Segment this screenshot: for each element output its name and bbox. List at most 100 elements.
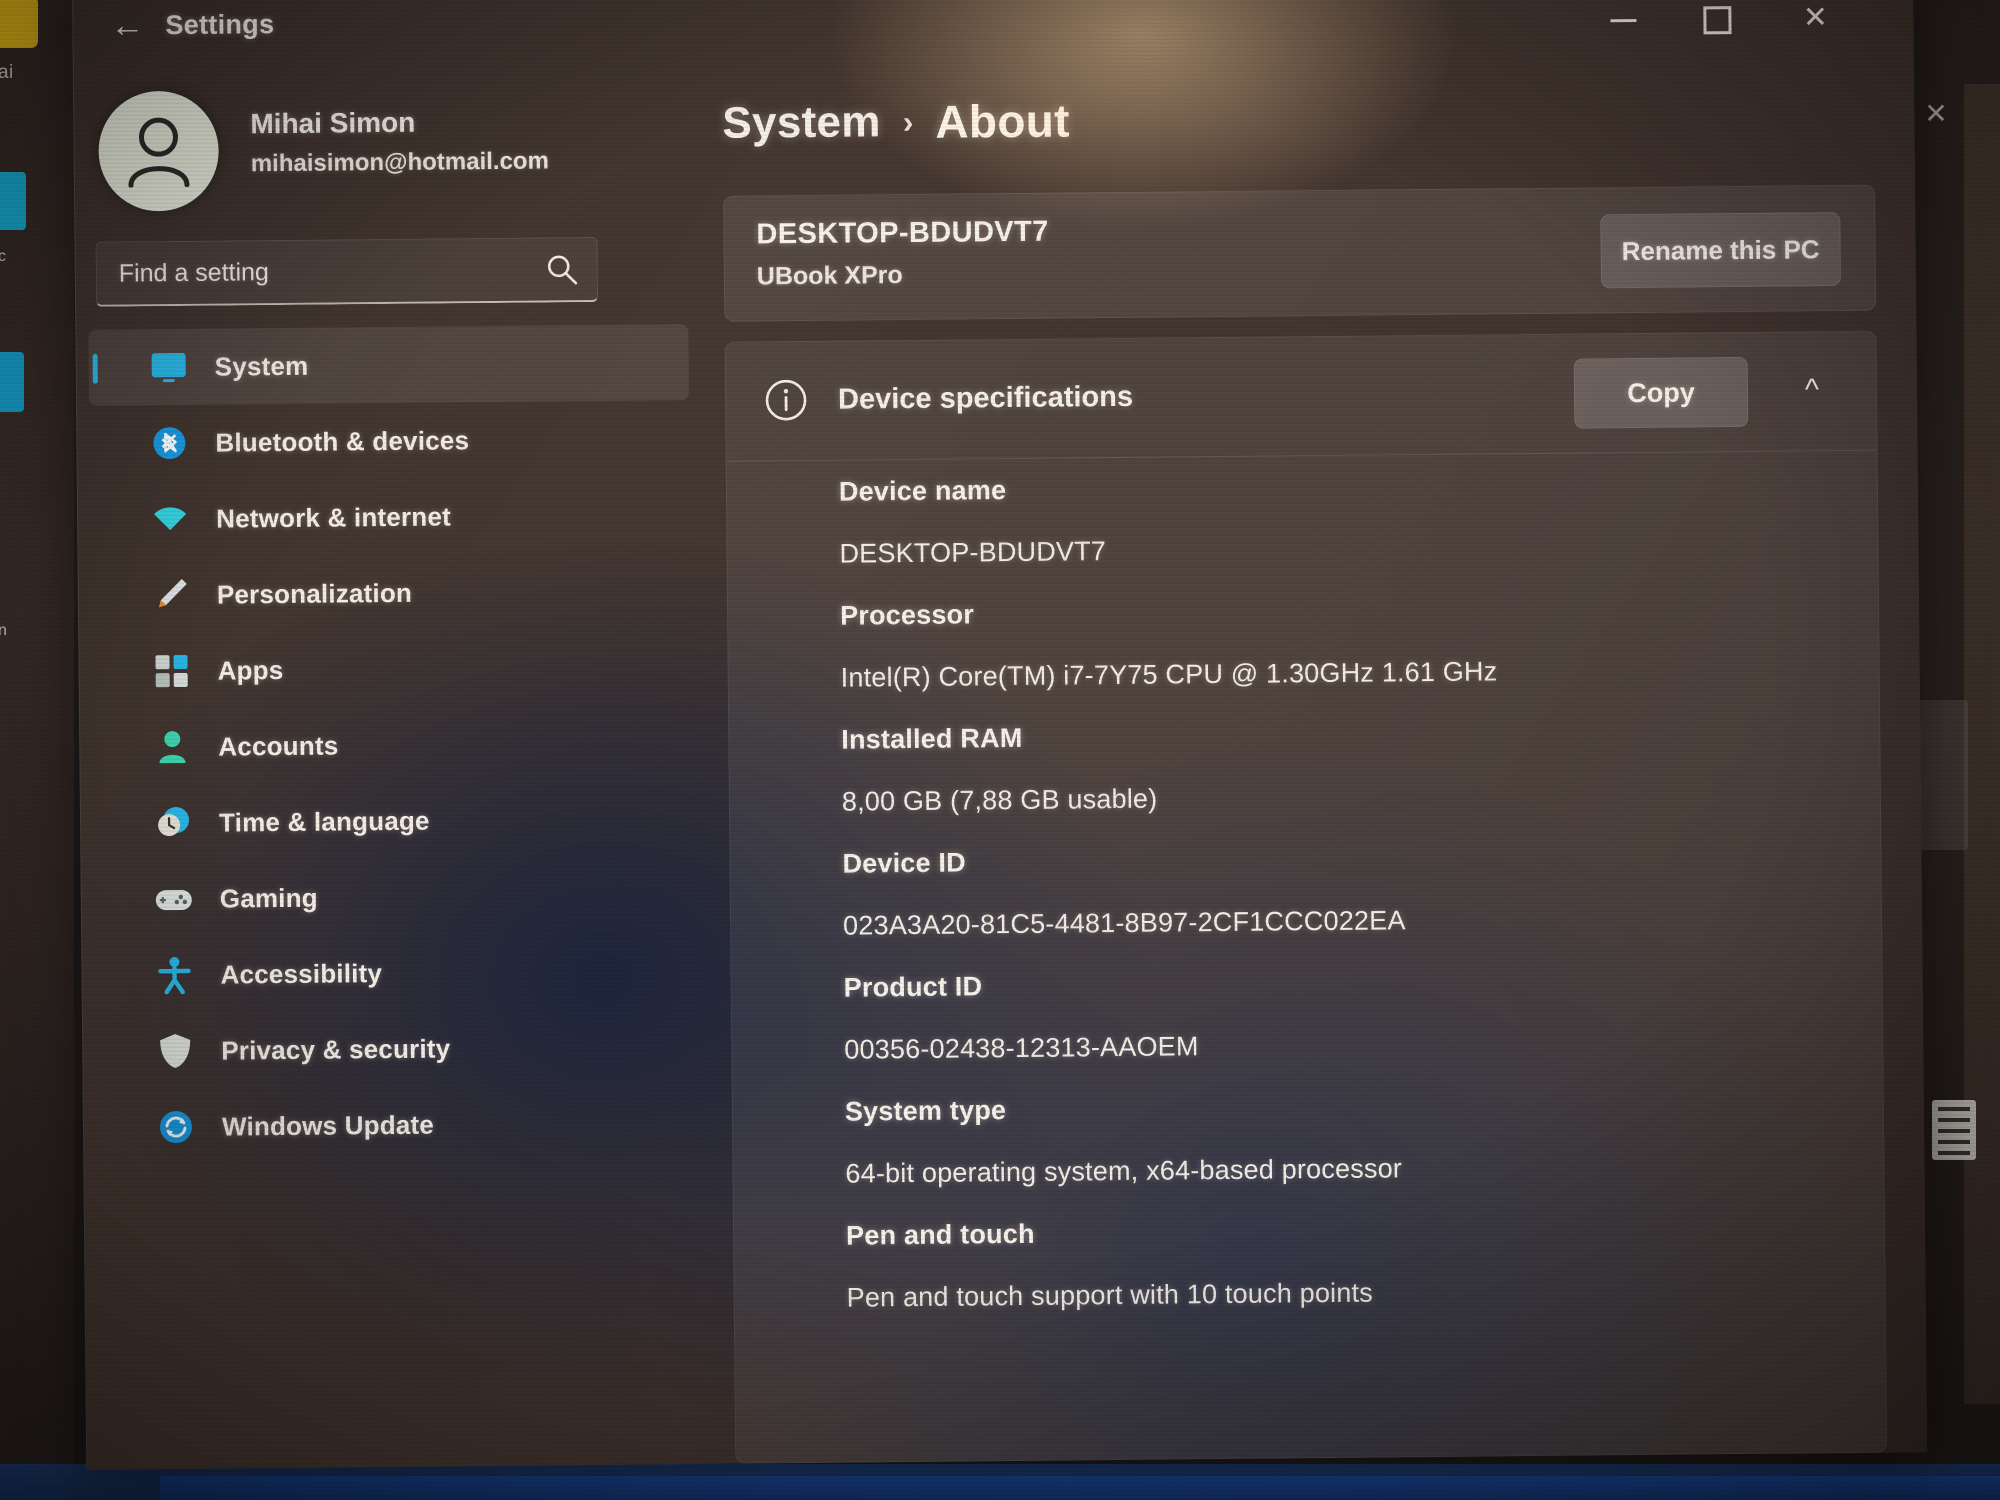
spec-row: 00356-02438-12313-AAOEM — [732, 1009, 1883, 1082]
spec-row: Pen and touch support with 10 touch poin… — [734, 1257, 1885, 1330]
sidebar-item-bluetooth-devices[interactable]: Bluetooth & devices — [89, 400, 690, 482]
account-name: Mihai Simon — [250, 106, 416, 140]
spec-value: Intel(R) Core(TM) i7-7Y75 CPU @ 1.30GHz … — [840, 656, 1498, 693]
sidebar-item-time-language[interactable]: Time & language — [93, 780, 694, 862]
spec-row: DESKTOP-BDUDVT7 — [727, 513, 1878, 586]
spec-value: Pen and touch support with 10 touch poin… — [846, 1277, 1374, 1313]
chevron-up-icon[interactable]: ^ — [1784, 362, 1841, 419]
spec-label: Product ID — [843, 971, 983, 1003]
account-email: mihaisimon@hotmail.com — [250, 147, 549, 178]
sidebar-item-privacy-security[interactable]: Privacy & security — [95, 1008, 696, 1090]
background-window-close-icon[interactable]: ✕ — [1910, 88, 1962, 140]
device-specifications-title: Device specifications — [837, 380, 1134, 416]
background-label-c: c — [0, 248, 7, 265]
spec-value: DESKTOP-BDUDVT7 — [839, 536, 1107, 569]
spec-row: System type — [733, 1071, 1884, 1144]
bluetooth-icon — [147, 421, 191, 465]
shield-icon — [153, 1029, 197, 1073]
accessibility-icon — [152, 953, 196, 997]
device-specifications-body: Device name DESKTOP-BDUDVT7 Processor In… — [727, 451, 1887, 1462]
account-block[interactable]: Mihai Simon mihaisimon@hotmail.com — [98, 84, 659, 219]
sidebar-item-label: Time & language — [218, 805, 430, 838]
device-specifications-header[interactable]: Device specifications Copy ^ — [725, 332, 1876, 461]
close-icon: ✕ — [1802, 1, 1829, 35]
apps-grid-icon — [149, 649, 193, 693]
back-arrow-icon[interactable]: ← — [97, 0, 157, 52]
chevron-right-icon: › — [902, 103, 914, 140]
sidebar-item-label: Apps — [217, 654, 284, 686]
spec-row: 64-bit operating system, x64-based proce… — [733, 1133, 1884, 1206]
gamepad-icon — [152, 877, 196, 921]
maximize-icon — [1703, 5, 1732, 34]
background-tile-cyan-2 — [0, 352, 24, 412]
spec-row: Intel(R) Core(TM) i7-7Y75 CPU @ 1.30GHz … — [728, 637, 1879, 710]
sidebar-item-label: Privacy & security — [221, 1032, 451, 1066]
rename-this-pc-button[interactable]: Rename this PC — [1600, 212, 1841, 289]
search-input[interactable]: Find a setting — [95, 236, 599, 307]
avatar — [98, 90, 220, 212]
settings-window: ← Settings ✕ Mihai Simon mihaisimon@hotm… — [72, 0, 1928, 1470]
spec-label: Installed RAM — [841, 722, 1023, 755]
content-pane: System › About DESKTOP-BDUDVT7 UBook XPr… — [694, 62, 1927, 1464]
breadcrumb-parent[interactable]: System — [722, 97, 881, 149]
sidebar-item-label: System — [214, 350, 309, 382]
minimize-icon — [1610, 19, 1637, 23]
sidebar-item-personalization[interactable]: Personalization — [91, 552, 692, 634]
spec-label: Device ID — [842, 847, 967, 879]
device-specifications-card: Device specifications Copy ^ Device name… — [724, 330, 1888, 1464]
pc-model-name: UBook XPro — [756, 261, 903, 291]
info-circle-icon — [765, 379, 807, 421]
background-label-ai: ai — [0, 62, 14, 83]
background-tile-cyan-1 — [0, 172, 26, 230]
sidebar-nav-list: System Bluetooth & devices Network & int… — [88, 324, 696, 1166]
sidebar-item-label: Network & internet — [216, 500, 452, 534]
search-input-value: Find a setting — [118, 258, 270, 288]
page-title: About — [935, 94, 1070, 148]
spec-row: Processor — [728, 575, 1879, 648]
paintbrush-icon — [149, 573, 193, 617]
spec-row: 8,00 GB (7,88 GB usable) — [730, 761, 1881, 834]
minimize-button[interactable] — [1587, 0, 1660, 47]
sidebar-item-apps[interactable]: Apps — [91, 628, 692, 710]
spec-row: 023A3A20-81C5-4481-8B97-2CF1CCC022EA — [731, 885, 1882, 958]
spec-row: Installed RAM — [729, 699, 1880, 772]
spec-row: Pen and touch — [734, 1195, 1885, 1268]
sidebar-item-label: Gaming — [219, 882, 318, 914]
background-list-icon — [1932, 1100, 1976, 1160]
monitor-icon — [146, 345, 190, 389]
spec-row: Device ID — [730, 823, 1881, 896]
person-avatar-icon — [128, 117, 190, 188]
breadcrumb: System › About — [722, 88, 1070, 155]
clock-globe-icon — [151, 801, 195, 845]
pc-name-card: DESKTOP-BDUDVT7 UBook XPro Rename this P… — [723, 184, 1877, 322]
spec-value: 64-bit operating system, x64-based proce… — [845, 1153, 1403, 1189]
spec-row: Product ID — [731, 947, 1882, 1020]
sidebar-item-accounts[interactable]: Accounts — [92, 704, 693, 786]
sidebar-item-windows-update[interactable]: Windows Update — [96, 1084, 697, 1166]
sidebar-item-gaming[interactable]: Gaming — [93, 856, 694, 938]
search-icon — [547, 255, 578, 285]
update-sync-icon — [154, 1105, 198, 1149]
sidebar-item-label: Accounts — [218, 729, 339, 762]
wifi-icon — [148, 497, 192, 541]
background-window-right-edge — [1964, 84, 2000, 1404]
person-icon — [150, 725, 194, 769]
spec-value: 023A3A20-81C5-4481-8B97-2CF1CCC022EA — [842, 905, 1406, 941]
selection-indicator — [92, 353, 98, 384]
sidebar-item-label: Bluetooth & devices — [215, 424, 470, 458]
copy-button[interactable]: Copy — [1573, 356, 1749, 429]
spec-value: 00356-02438-12313-AAOEM — [844, 1031, 1199, 1065]
sidebar-item-label: Personalization — [216, 577, 413, 610]
close-button[interactable]: ✕ — [1779, 0, 1852, 46]
background-tile-yellow — [0, 0, 38, 48]
spec-label: Pen and touch — [845, 1218, 1035, 1251]
spec-label: Processor — [839, 599, 975, 631]
sidebar-item-system[interactable]: System — [88, 324, 690, 406]
sidebar-item-label: Windows Update — [221, 1109, 435, 1142]
maximize-button[interactable] — [1681, 0, 1754, 47]
sidebar-item-accessibility[interactable]: Accessibility — [94, 932, 695, 1014]
sidebar-item-label: Accessibility — [220, 957, 383, 990]
pc-device-name: DESKTOP-BDUDVT7 — [756, 215, 1049, 251]
sidebar-item-network-internet[interactable]: Network & internet — [90, 476, 691, 558]
app-title: Settings — [165, 9, 275, 41]
